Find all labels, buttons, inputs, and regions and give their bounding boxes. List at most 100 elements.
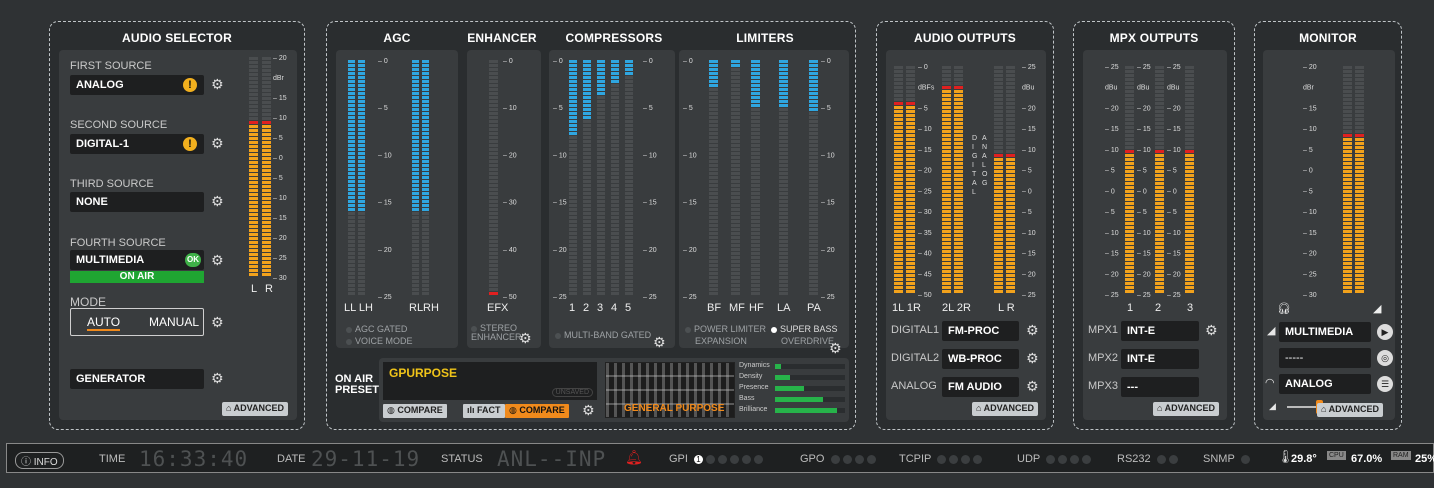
analog-out-select[interactable]: FM AUDIO [942, 377, 1019, 397]
comp-band-2-seg [583, 96, 591, 99]
monitor-source1-row[interactable]: ◢ MULTIMEDIA ▶ [1265, 322, 1393, 342]
fact-button[interactable]: ılı FACT [463, 404, 505, 418]
enh-scale-tick: – 50 [503, 294, 517, 301]
out-ch-2-seg [942, 218, 951, 221]
out-ch-2-seg [942, 66, 951, 69]
power-limiter-option[interactable]: POWER LIMITER [685, 324, 766, 334]
mode-gear-icon[interactable]: ⚙ [211, 314, 224, 331]
agc-gated-option[interactable]: AGC GATED [346, 324, 407, 334]
sel-meter-r-seg [262, 249, 271, 252]
mpx3-select[interactable]: --- [1121, 377, 1199, 397]
super-bass-option[interactable]: SUPER BASS [771, 324, 838, 334]
comp-band-3-seg [597, 268, 605, 271]
out-ch-3-seg [954, 258, 963, 261]
comp-band-label: 1 [569, 302, 576, 314]
udp-label: UDP [1017, 453, 1041, 466]
out-ch-5-seg [1006, 178, 1015, 181]
digital2-gear-icon[interactable]: ⚙ [1026, 350, 1039, 367]
info-button[interactable]: ⓘ INFO [15, 452, 64, 469]
limiters-gear-icon[interactable]: ⚙ [829, 340, 842, 357]
compare-active-button[interactable]: ◍ COMPARE [505, 404, 569, 418]
digital2-select[interactable]: WB-PROC [942, 349, 1019, 369]
comp-band-3-seg [597, 280, 605, 283]
generator-button[interactable]: GENERATOR [70, 369, 204, 389]
lim-band-0-seg [709, 156, 718, 159]
third-source-gear-icon[interactable]: ⚙ [211, 193, 224, 210]
digital1-gear-icon[interactable]: ⚙ [1026, 322, 1039, 339]
compare-button[interactable]: ◍ COMPARE [383, 404, 447, 418]
comp-band-2-seg [583, 160, 591, 163]
lim-band-2-seg [751, 176, 760, 179]
mon-l-seg [1343, 154, 1352, 157]
status-value: ANL--INP [497, 447, 607, 471]
list-icon[interactable]: ☰ [1377, 376, 1393, 392]
mon-r-seg [1355, 74, 1364, 77]
enh-efx-seg [489, 176, 498, 179]
mpx-ch-2-seg [1185, 94, 1194, 97]
agc-lh-seg [358, 216, 365, 219]
sel-meter-r-seg [262, 69, 271, 72]
monitor-source1-select[interactable]: MULTIMEDIA [1279, 322, 1371, 342]
out-ch-1-seg [906, 202, 915, 205]
out-scale-l-tick: – 15 [918, 147, 932, 154]
third-source-select[interactable]: NONE [70, 192, 204, 212]
monitor-source3-select[interactable]: ANALOG [1279, 374, 1371, 394]
mpx-ch-2-seg [1185, 82, 1194, 85]
monitor-source2-row[interactable]: ----- ◎ [1265, 348, 1393, 368]
fourth-source-select[interactable]: MULTIMEDIA [70, 250, 204, 270]
preset-gear-icon[interactable]: ⚙ [582, 402, 595, 419]
mpx-ch-1-seg [1155, 66, 1164, 69]
mpx-advanced-button[interactable]: ⌂ ADVANCED [1153, 402, 1219, 416]
out-scale-l-tick: dBFs [918, 85, 935, 92]
monitor-advanced-button[interactable]: ⌂ ADVANCED [1317, 403, 1383, 417]
compressors-gear-icon[interactable]: ⚙ [653, 334, 666, 351]
mode-manual-option[interactable]: MANUAL [149, 315, 199, 329]
analog-out-gear-icon[interactable]: ⚙ [1026, 378, 1039, 395]
out-ch-0-seg [894, 182, 903, 185]
comp-band-2-seg [583, 128, 591, 131]
mpx-scale-b-tick: – 10 [1137, 230, 1151, 237]
lim-band-2-seg [751, 68, 760, 71]
agc-lh-seg [358, 72, 365, 75]
mpx1-gear-icon[interactable]: ⚙ [1205, 322, 1218, 339]
lim-band-2-seg [751, 288, 760, 291]
mpx-scale-c-tick: – 0 [1167, 188, 1177, 195]
preset-name-box[interactable]: GPURPOSE UNSAVED [383, 362, 597, 400]
comp-band-3-seg [597, 64, 605, 67]
monitor-source2-select[interactable]: ----- [1279, 348, 1371, 368]
mode-auto-option[interactable]: AUTO [87, 315, 121, 331]
out-ch-3-seg [954, 90, 963, 93]
mpx-ch-1-seg [1155, 222, 1164, 225]
audio-selector-advanced-button[interactable]: ⌂ ADVANCED [222, 402, 288, 416]
fourth-source-gear-icon[interactable]: ⚙ [211, 252, 224, 269]
second-source-gear-icon[interactable]: ⚙ [211, 135, 224, 152]
digital1-select[interactable]: FM-PROC [942, 321, 1019, 341]
audio-outputs-advanced-button[interactable]: ⌂ ADVANCED [972, 402, 1038, 416]
expansion-option[interactable]: EXPANSION [695, 336, 747, 346]
play-icon[interactable]: ▶ [1377, 324, 1393, 340]
first-source-gear-icon[interactable]: ⚙ [211, 76, 224, 93]
enhancer-gear-icon[interactable]: ⚙ [519, 330, 532, 347]
comp-band-5-seg [625, 172, 633, 175]
mpx2-select[interactable]: INT-E [1121, 349, 1199, 369]
audio-outputs-body: – 0 dBFs – 5– 10– 15– 20– 25– 30– 35– 40– … [886, 50, 1046, 420]
comp-band-3-seg [597, 200, 605, 203]
out-ch-5-seg [1006, 206, 1015, 209]
comp-band-4-seg [611, 192, 619, 195]
second-source-warning-icon: ! [183, 137, 197, 151]
generator-gear-icon[interactable]: ⚙ [211, 370, 224, 387]
multiband-gated-option[interactable]: MULTI-BAND GATED [555, 330, 651, 340]
overdrive-option[interactable]: OVERDRIVE [781, 336, 834, 346]
out-ch-1-seg [906, 158, 915, 161]
mon-scale-tick: – 10 [1303, 209, 1317, 216]
out-ch-1-seg [906, 274, 915, 277]
monitor-source3-row[interactable]: ◠ ANALOG ☰ [1265, 374, 1393, 394]
mpx-ch-1-seg [1155, 118, 1164, 121]
mix-icon[interactable]: ◎ [1377, 350, 1393, 366]
mpx-ch-0-seg [1125, 254, 1134, 257]
mpx1-select[interactable]: INT-E [1121, 321, 1199, 341]
voice-mode-option[interactable]: VOICE MODE [346, 336, 413, 346]
comp-band-2-seg [583, 224, 591, 227]
sel-meter-r-seg [262, 77, 271, 80]
comp-band-2-seg [583, 276, 591, 279]
